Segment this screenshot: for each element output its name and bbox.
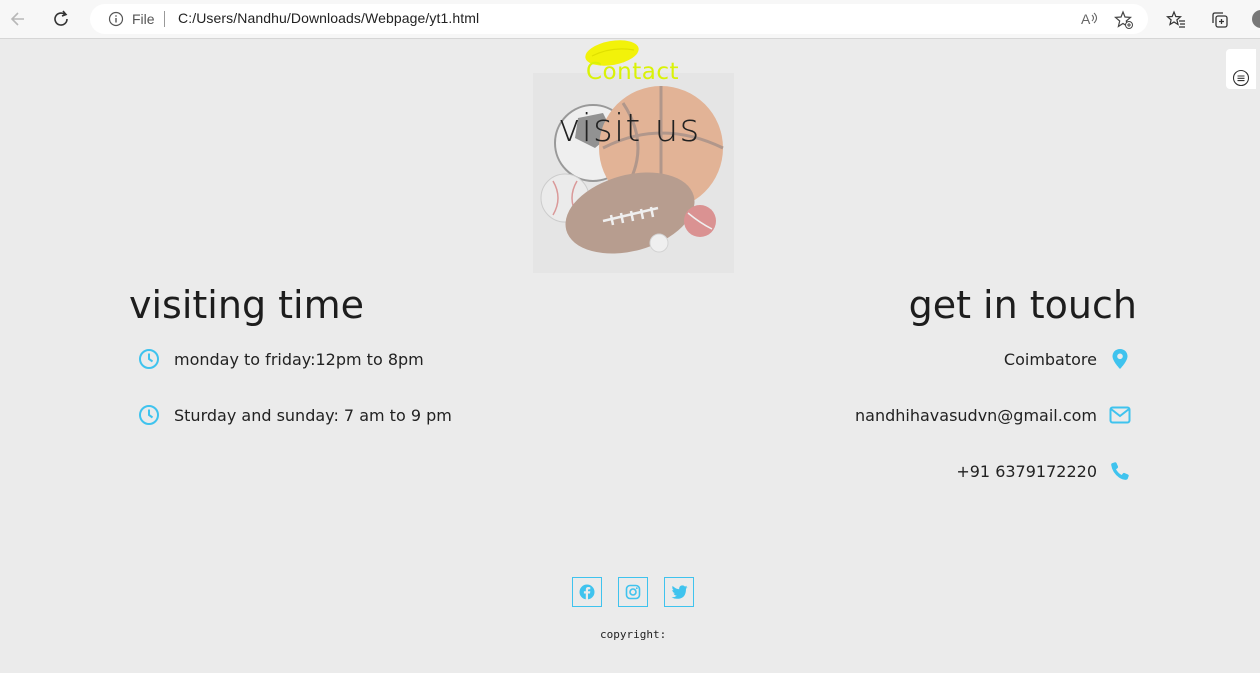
- instagram-link[interactable]: [618, 577, 648, 607]
- visiting-hours-weekend: Sturday and sunday: 7 am to 9 pm: [137, 403, 452, 427]
- visiting-hours-text: monday to friday:12pm to 8pm: [174, 349, 424, 369]
- contact-phone[interactable]: +91 6379172220: [956, 459, 1132, 483]
- reload-icon: [54, 10, 68, 26]
- visiting-time-heading: visiting time: [129, 283, 364, 327]
- side-panel-button[interactable]: [1226, 49, 1256, 89]
- email-text[interactable]: nandhihavasudvn@gmail.com: [855, 406, 1097, 425]
- facebook-link[interactable]: [572, 577, 602, 607]
- contact-email[interactable]: nandhihavasudvn@gmail.com: [855, 403, 1132, 427]
- get-in-touch-heading: get in touch: [908, 283, 1137, 327]
- file-scheme-label: File: [132, 11, 155, 27]
- browser-toolbar: File C:/Users/Nandhu/Downloads/Webpage/y…: [0, 0, 1260, 39]
- favorites-button[interactable]: [1163, 7, 1189, 33]
- profile-icon[interactable]: [1252, 10, 1260, 28]
- phone-text[interactable]: +91 6379172220: [956, 462, 1097, 481]
- svg-text:A: A: [1081, 11, 1091, 27]
- favorite-star-icon[interactable]: [1114, 10, 1134, 30]
- reload-button[interactable]: [48, 6, 74, 32]
- contact-location: Coimbatore: [1004, 347, 1132, 371]
- back-icon: [10, 12, 24, 26]
- copyright-text: copyright:: [600, 628, 667, 641]
- collections-icon: [1212, 12, 1228, 28]
- address-bar[interactable]: File C:/Users/Nandhu/Downloads/Webpage/y…: [90, 4, 1148, 34]
- twitter-icon: [671, 584, 687, 599]
- location-pin-icon: [1108, 347, 1132, 371]
- twitter-link[interactable]: [664, 577, 694, 607]
- brand-title: Contact: [586, 59, 679, 85]
- address-divider: [164, 11, 165, 27]
- visiting-hours-weekday: monday to friday:12pm to 8pm: [137, 347, 424, 371]
- page-title: visit us: [558, 106, 701, 150]
- favorites-list-icon: [1166, 10, 1185, 28]
- phone-icon: [1108, 459, 1132, 483]
- back-button[interactable]: [5, 6, 31, 32]
- url-text[interactable]: C:/Users/Nandhu/Downloads/Webpage/yt1.ht…: [178, 10, 479, 26]
- clock-icon: [137, 347, 161, 371]
- info-icon[interactable]: [108, 11, 124, 27]
- envelope-icon: [1108, 403, 1132, 427]
- visiting-hours-text: Sturday and sunday: 7 am to 9 pm: [174, 405, 452, 425]
- location-text: Coimbatore: [1003, 349, 1097, 369]
- menu-circle-icon: [1232, 69, 1250, 87]
- facebook-icon: [579, 584, 595, 600]
- clock-icon: [137, 403, 161, 427]
- sports-balls-image: [533, 73, 734, 273]
- read-aloud-icon[interactable]: A: [1080, 10, 1100, 28]
- collections-button[interactable]: [1207, 7, 1233, 33]
- instagram-icon: [625, 584, 641, 600]
